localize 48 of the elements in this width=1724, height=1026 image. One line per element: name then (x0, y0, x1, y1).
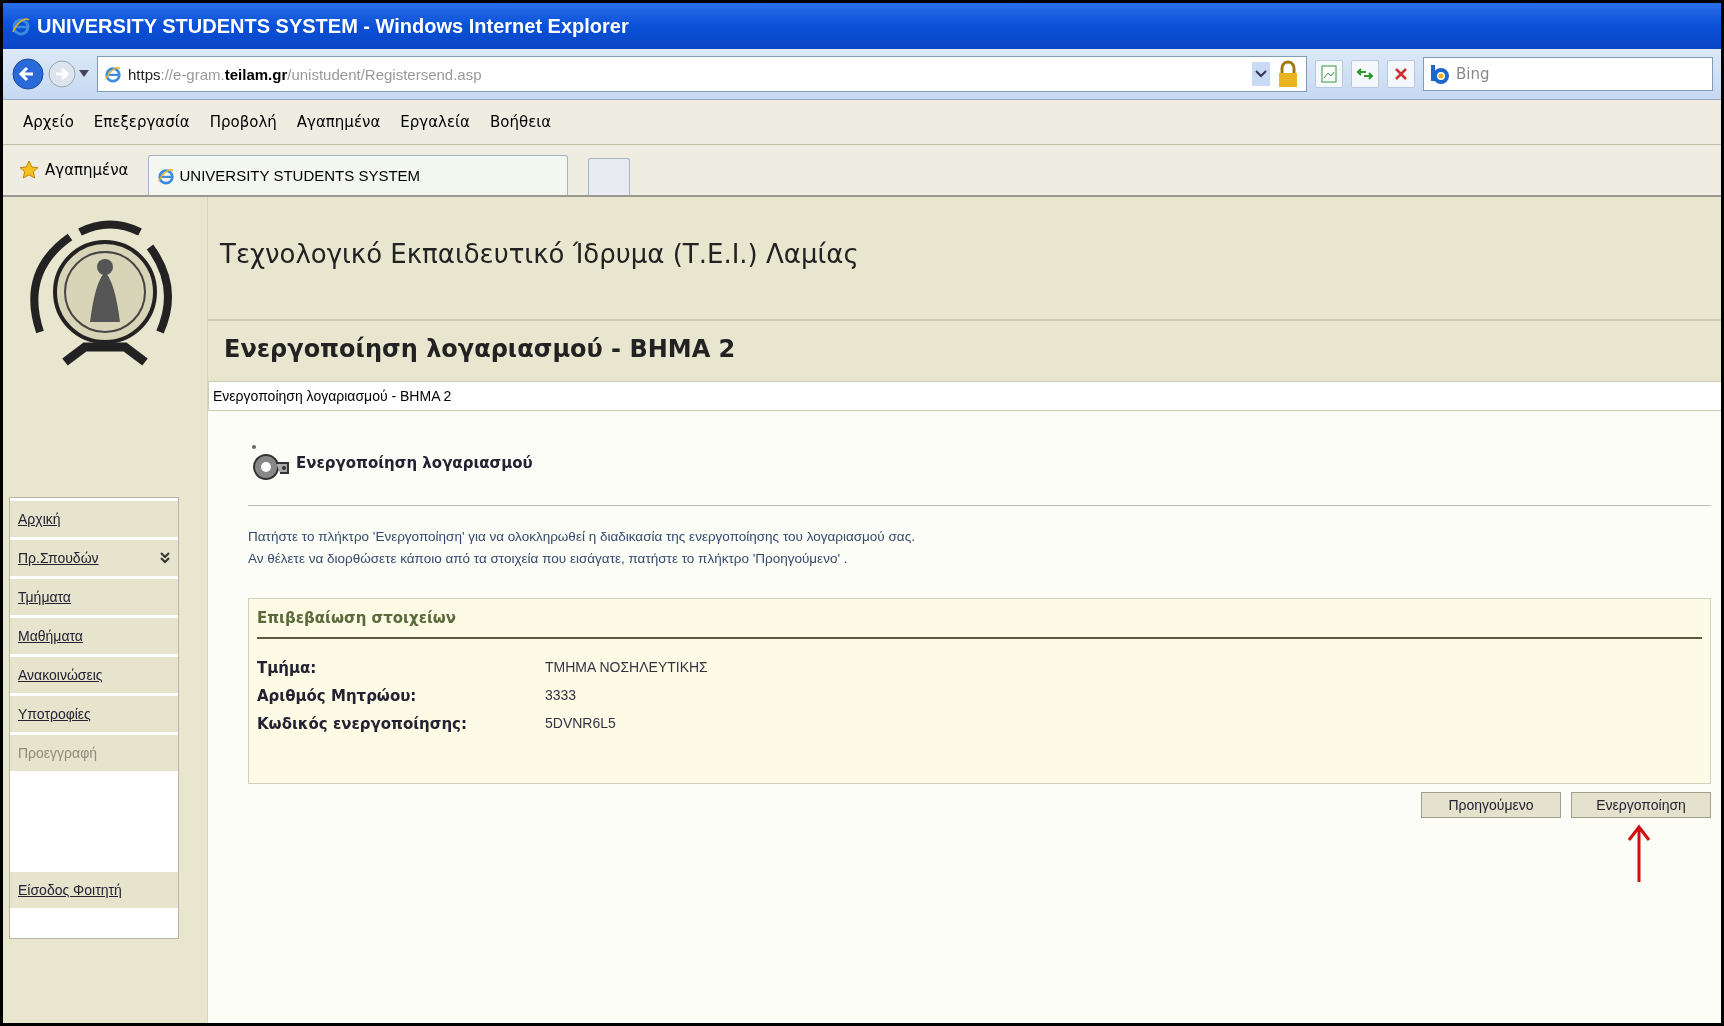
favorites-button[interactable]: Αγαπημένα (45, 161, 129, 179)
double-chevron-icon[interactable] (160, 552, 170, 564)
field-label: Αριθμός Μητρώου: (257, 687, 418, 705)
field-value: 3333 (545, 687, 578, 705)
annotation-arrow (1627, 824, 1651, 884)
stop-button[interactable] (1387, 60, 1415, 88)
sidebar-item[interactable]: Είσοδος Φοιτητή (10, 872, 178, 908)
field-label: Κωδικός ενεργοποίησης: (257, 715, 468, 733)
menu-item[interactable]: Αρχείο (23, 113, 74, 131)
back-button[interactable] (11, 57, 45, 91)
ie-logo-icon (157, 166, 176, 185)
field-label: Τμήμα: (257, 659, 318, 677)
menu-item[interactable]: Βοήθεια (490, 113, 552, 131)
activate-button[interactable]: Ενεργοποίηση (1571, 792, 1711, 818)
close-icon (1394, 67, 1408, 81)
star-icon (19, 160, 39, 180)
address-field[interactable]: https://e-gram.teilam.gr/unistudent/Registersend.asp (97, 56, 1307, 92)
section-title: Ενεργοποίηση λογαριασμού (296, 454, 533, 472)
browser-tab[interactable]: UNIVERSITY STUDENTS SYSTEM (148, 155, 569, 195)
bing-logo-icon (1430, 64, 1450, 84)
padlock-icon[interactable] (1276, 60, 1300, 88)
refresh-icon (1356, 66, 1374, 82)
sidebar-item[interactable]: Ανακοινώσεις (10, 657, 178, 693)
breadcrumb: Ενεργοποίηση λογαριασμού - ΒΗΜΑ 2 (208, 381, 1721, 411)
instruction-text: Πατήστε το πλήκτρο 'Ενεργοποίηση' για να ολοκληρωθεί η διαδικασία της ενεργοποίησης του λογαριασμού σας. (248, 528, 916, 546)
site-title: Τεχνολογικό Εκπαιδευτικό Ίδρυμα (Τ.Ε.Ι.) Λαμίας (208, 197, 1721, 321)
window-title: UNIVERSITY STUDENTS SYSTEM - Windows Internet Explorer (37, 14, 629, 38)
search-field[interactable]: Bing (1423, 57, 1713, 91)
field-value: 5DVNR6L5 (545, 715, 617, 733)
menu-item[interactable]: Εργαλεία (400, 113, 470, 131)
sidebar-item[interactable]: Αρχική (10, 501, 178, 537)
ie-logo-icon (104, 65, 122, 83)
sidebar-item[interactable]: Μαθήματα (10, 618, 178, 654)
previous-button[interactable]: Προηγούμενο (1421, 792, 1561, 818)
sidebar-item[interactable]: Πρ.Σπουδών (10, 540, 178, 576)
menu-item[interactable]: Επεξεργασία (93, 113, 190, 131)
page-heading: Ενεργοποίηση λογαριασμού - ΒΗΜΑ 2 (223, 334, 737, 365)
dropdown-arrow-icon[interactable] (79, 70, 89, 78)
instruction-text: Αν θέλετε να διορθώσετε κάποιο από τα στοιχεία που εισάγατε, πατήστε το πλήκτρο 'Προηγούμενο' . (248, 550, 849, 568)
sidebar-item[interactable]: Υποτροφίες (10, 696, 178, 732)
panel-title: Επιβεβαίωση στοιχείων (257, 609, 1702, 639)
sidebar-item[interactable]: Τμήματα (10, 579, 178, 615)
refresh-button[interactable] (1351, 60, 1379, 88)
field-value: ΤΜΗΜΑ ΝΟΣΗΛΕΥΤΙΚΗΣ (545, 659, 708, 677)
menu-item[interactable]: Προβολή (209, 113, 277, 131)
page-chart-icon (1321, 65, 1337, 83)
ie-logo-icon (11, 16, 31, 36)
menu-item[interactable]: Αγαπημένα (296, 113, 381, 131)
